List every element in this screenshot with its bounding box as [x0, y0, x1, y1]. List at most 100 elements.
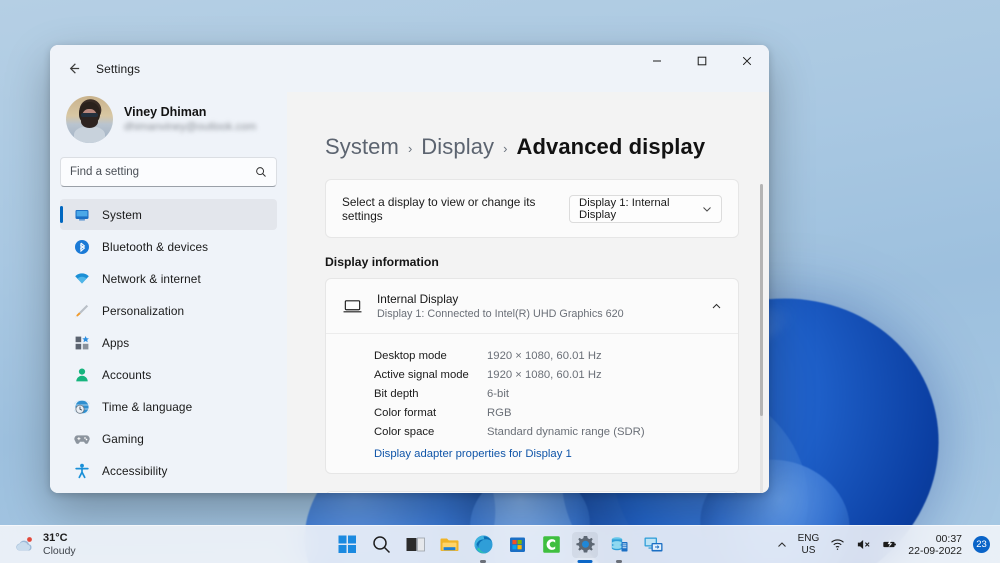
- sidebar-item-accessibility[interactable]: Accessibility: [60, 455, 277, 486]
- spec-value: 1920 × 1080, 60.01 Hz: [487, 349, 602, 362]
- display-information-heading: Display information: [325, 255, 439, 269]
- sidebar-item-label: Accessibility: [102, 463, 168, 478]
- sidebar-item-network-internet[interactable]: Network & internet: [60, 263, 277, 294]
- content-scrollbar[interactable]: [760, 184, 763, 493]
- search-input[interactable]: [70, 166, 255, 178]
- volume-muted-icon[interactable]: [856, 537, 871, 552]
- display-selector-dropdown[interactable]: Display 1: Internal Display: [569, 194, 722, 223]
- breadcrumb: System › Display › Advanced display: [325, 92, 739, 179]
- maximize-button[interactable]: [679, 45, 724, 77]
- sidebar-item-accounts[interactable]: Accounts: [60, 359, 277, 390]
- window-body: Viney Dhiman dhimanviney@outlook.com Fin…: [50, 92, 769, 493]
- display-subtitle: Display 1: Connected to Intel(R) UHD Gra…: [377, 307, 624, 320]
- microsoft-store-button[interactable]: [504, 532, 530, 558]
- search-box[interactable]: [60, 157, 277, 187]
- clock-globe-icon: [73, 398, 90, 415]
- taskbar: 31°C Cloudy ENG US 00:37 22-09-2022 23: [0, 525, 1000, 563]
- close-button[interactable]: [724, 45, 769, 77]
- display-selector-card: Select a display to view or change its s…: [325, 179, 739, 238]
- sidebar-item-label: Time & language: [102, 399, 193, 414]
- wifi-icon[interactable]: [830, 537, 845, 552]
- window-controls: [634, 45, 769, 92]
- spec-value: RGB: [487, 406, 512, 419]
- sidebar-item-label: Personalization: [102, 303, 185, 318]
- green-app-button[interactable]: [538, 532, 564, 558]
- system-tray: ENG US 00:37 22-09-2022 23: [777, 533, 990, 557]
- display-information-card: Internal Display Display 1: Connected to…: [325, 278, 739, 474]
- refresh-rate-row: Choose a refresh rate A higher rate give…: [326, 492, 738, 493]
- sidebar-nav: System Bluetooth & devices Network & int…: [60, 199, 277, 486]
- task-view-button[interactable]: [402, 532, 428, 558]
- spec-key: Color format: [374, 406, 437, 419]
- database-app-button[interactable]: [606, 532, 632, 558]
- display-adapter-properties-link[interactable]: Display adapter properties for Display 1: [374, 448, 572, 460]
- breadcrumb-separator: ›: [503, 141, 508, 156]
- spec-key: Desktop mode: [374, 349, 447, 362]
- chevron-up-icon[interactable]: [711, 301, 722, 312]
- spec-row: Desktop mode 1920 × 1080, 60.01 Hz: [374, 346, 722, 365]
- display-specs: Desktop mode 1920 × 1080, 60.01 Hz Activ…: [326, 333, 738, 473]
- sidebar-item-bluetooth-devices[interactable]: Bluetooth & devices: [60, 231, 277, 262]
- apps-icon: [73, 334, 90, 351]
- search-button[interactable]: [368, 532, 394, 558]
- sidebar-item-personalization[interactable]: Personalization: [60, 295, 277, 326]
- accessibility-icon: [73, 462, 90, 479]
- spec-row: Bit depth 6-bit: [374, 384, 722, 403]
- display-name: Internal Display: [377, 291, 459, 306]
- spec-value: 1920 × 1080, 60.01 Hz: [487, 368, 602, 381]
- avatar: [66, 96, 113, 143]
- sidebar-item-label: Accounts: [102, 367, 152, 382]
- search-icon: [255, 166, 267, 178]
- cloudy-icon: [14, 535, 36, 555]
- sidebar-item-label: Bluetooth & devices: [102, 239, 209, 254]
- minimize-button[interactable]: [634, 45, 679, 77]
- breadcrumb-system[interactable]: System: [325, 134, 399, 160]
- show-hidden-icons-button[interactable]: [777, 540, 787, 550]
- clock-time: 00:37: [935, 532, 962, 545]
- spec-key: Active signal mode: [374, 368, 469, 381]
- profile-name: Viney Dhiman: [124, 105, 207, 119]
- remote-desktop-button[interactable]: [640, 532, 666, 558]
- spec-value: Standard dynamic range (SDR): [487, 425, 645, 438]
- display-selector-label: Select a display to view or change its s…: [342, 194, 536, 223]
- clock[interactable]: 00:37 22-09-2022: [908, 533, 962, 557]
- sidebar-item-time-language[interactable]: Time & language: [60, 391, 277, 422]
- refresh-rate-card: Choose a refresh rate A higher rate give…: [325, 491, 739, 493]
- bluetooth-icon: [73, 238, 90, 255]
- file-explorer-button[interactable]: [436, 532, 462, 558]
- weather-widget[interactable]: 31°C Cloudy: [0, 532, 220, 558]
- back-button[interactable]: [58, 54, 88, 84]
- edge-button[interactable]: [470, 532, 496, 558]
- sidebar-item-label: Apps: [102, 335, 130, 350]
- profile-email: dhimanviney@outlook.com: [124, 121, 257, 133]
- taskbar-apps: [334, 531, 666, 558]
- breadcrumb-display[interactable]: Display: [421, 134, 494, 160]
- sidebar-item-label: Gaming: [102, 431, 144, 446]
- weather-temperature: 31°C: [43, 531, 68, 544]
- sidebar-item-label: Network & internet: [102, 271, 201, 286]
- sidebar: Viney Dhiman dhimanviney@outlook.com Fin…: [50, 92, 287, 493]
- chevron-down-icon: [702, 204, 712, 214]
- display-information-header[interactable]: Internal Display Display 1: Connected to…: [326, 279, 738, 333]
- sidebar-item-gaming[interactable]: Gaming: [60, 423, 277, 454]
- sidebar-item-apps[interactable]: Apps: [60, 327, 277, 358]
- main-content: System › Display › Advanced display Sele…: [287, 92, 769, 493]
- user-profile[interactable]: Viney Dhiman dhimanviney@outlook.com: [60, 92, 277, 157]
- sidebar-item-system[interactable]: System: [60, 199, 277, 230]
- monitor-icon: [73, 206, 90, 223]
- settings-window: Settings Viney Dhiman dhimanviney@outloo…: [50, 45, 769, 493]
- sidebar-item-label: System: [102, 207, 142, 222]
- spec-row: Active signal mode 1920 × 1080, 60.01 Hz: [374, 365, 722, 384]
- display-selector-row: Select a display to view or change its s…: [326, 180, 738, 237]
- clock-date: 22-09-2022: [908, 544, 962, 557]
- language-line-2: US: [801, 544, 816, 556]
- page-title: Advanced display: [516, 134, 706, 159]
- start-button[interactable]: [334, 532, 360, 558]
- spec-key: Bit depth: [374, 387, 419, 400]
- window-title: Settings: [96, 61, 141, 76]
- settings-button[interactable]: [572, 531, 598, 558]
- language-indicator[interactable]: ENG US: [798, 533, 820, 557]
- battery-icon[interactable]: [882, 537, 897, 552]
- notification-badge[interactable]: 23: [973, 536, 990, 553]
- scrollbar-thumb[interactable]: [760, 184, 763, 416]
